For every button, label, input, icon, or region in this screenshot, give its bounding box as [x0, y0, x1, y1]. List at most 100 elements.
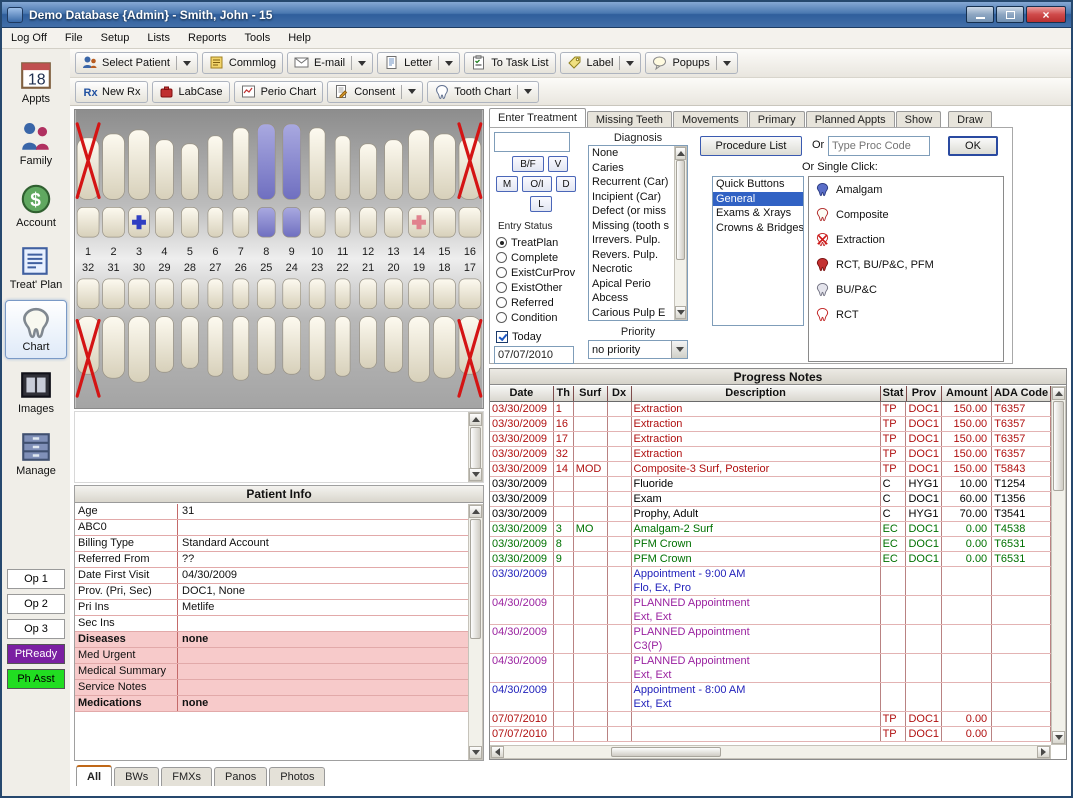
image-tab-panos[interactable]: Panos	[214, 767, 267, 786]
operatory-button-ptready[interactable]: PtReady	[7, 644, 65, 664]
progress-note-row[interactable]: 03/30/200916ExtractionTPDOC1150.00T6357	[490, 417, 1051, 432]
priority-dropdown-button[interactable]	[671, 341, 687, 358]
tooth-19[interactable]	[409, 279, 430, 382]
toolbar-button-consent[interactable]: Consent	[327, 81, 423, 103]
toolbar-button-tooth-chart[interactable]: Tooth Chart	[427, 81, 539, 103]
diagnosis-option-necrotic[interactable]: Necrotic	[589, 262, 674, 277]
diagnosis-option-defect-or-miss[interactable]: Defect (or miss	[589, 204, 674, 219]
tooth-1[interactable]	[77, 124, 99, 237]
toolbar-button-label[interactable]: Label	[560, 52, 642, 74]
column-header-date[interactable]: Date	[490, 386, 554, 401]
progress-notes-hscrollbar[interactable]	[490, 745, 1051, 759]
sidebar-item-images[interactable]: Images	[5, 362, 67, 421]
scroll-up-button[interactable]	[1052, 387, 1065, 400]
menu-item-lists[interactable]: Lists	[138, 29, 179, 47]
diagnosis-option-missing-tooth-s[interactable]: Missing (tooth s	[589, 219, 674, 234]
quick-proc-rct-bu-p-c-pfm[interactable]: RCT, BU/P&C, PFM	[809, 252, 1003, 277]
tooth-15[interactable]	[434, 134, 456, 237]
tooth-3[interactable]	[129, 130, 150, 237]
progress-note-row[interactable]: 03/30/20093MOAmalgam-2 SurfECDOC10.00T45…	[490, 522, 1051, 537]
entry-status-option-treatplan[interactable]: TreatPlan	[496, 235, 582, 250]
scroll-down-button[interactable]	[469, 746, 482, 759]
tooth-7[interactable]	[233, 128, 249, 237]
entry-status-option-existcurprov[interactable]: ExistCurProv	[496, 265, 582, 280]
category-exams-xrays[interactable]: Exams & Xrays	[713, 206, 803, 221]
toolbar-button-to-task-list[interactable]: To Task List	[464, 52, 555, 74]
operatory-button-ph-asst[interactable]: Ph Asst	[7, 669, 65, 689]
column-header-prov[interactable]: Prov	[907, 386, 943, 401]
category-crowns-bridges[interactable]: Crowns & Bridges	[713, 221, 803, 236]
scroll-thumb[interactable]	[470, 427, 481, 469]
diagnosis-option-incipient-car[interactable]: Incipient (Car)	[589, 190, 674, 205]
surface-button-v[interactable]: V	[548, 156, 568, 172]
progress-note-row[interactable]: 03/30/2009Appointment - 9:00 AMFlo, Ex, …	[490, 567, 1051, 596]
quick-proc-rct[interactable]: RCT	[809, 302, 1003, 327]
scroll-thumb[interactable]	[1053, 401, 1064, 491]
quick-proc-bu-p-c[interactable]: BU/P&C	[809, 277, 1003, 302]
priority-dropdown[interactable]: no priority	[588, 340, 688, 359]
toolbar-button-perio-chart[interactable]: Perio Chart	[234, 81, 324, 103]
sidebar-item-appts[interactable]: 18Appts	[5, 52, 67, 111]
menu-item-reports[interactable]: Reports	[179, 29, 236, 47]
image-tab-bws[interactable]: BWs	[114, 767, 159, 786]
tooth-14[interactable]	[409, 130, 430, 237]
progress-note-row[interactable]: 03/30/200932ExtractionTPDOC1150.00T6357	[490, 447, 1051, 462]
entry-status-option-referred[interactable]: Referred	[496, 295, 582, 310]
blank-area-scrollbar[interactable]	[468, 412, 483, 482]
operatory-button-op-2[interactable]: Op 2	[7, 594, 65, 614]
surface-button-d[interactable]: D	[556, 176, 576, 192]
tooth-30[interactable]	[129, 279, 150, 382]
tooth-28[interactable]	[181, 279, 198, 368]
diagnosis-option-carious-pulp-e[interactable]: Carious Pulp E	[589, 306, 674, 321]
progress-note-row[interactable]: 03/30/20091ExtractionTPDOC1150.00T6357	[490, 402, 1051, 417]
progress-note-row[interactable]: 04/30/2009PLANNED AppointmentExt, Ext	[490, 596, 1051, 625]
diagnosis-option-caries[interactable]: Caries	[589, 161, 674, 176]
toolbar-button-commlog[interactable]: Commlog	[202, 52, 283, 74]
tooth-number-input[interactable]	[494, 132, 570, 152]
diagnosis-scrollbar[interactable]	[674, 146, 687, 320]
tooth-20[interactable]	[385, 279, 403, 372]
progress-note-row[interactable]: 04/30/2009PLANNED AppointmentExt, Ext	[490, 654, 1051, 683]
column-header-th[interactable]: Th	[554, 386, 574, 401]
toolbar-button-select-patient[interactable]: Select Patient	[75, 52, 198, 74]
sidebar-item-treat-plan[interactable]: Treat' Plan	[5, 238, 67, 297]
column-header-surf[interactable]: Surf	[574, 386, 608, 401]
toolbar-button-popups[interactable]: Popups	[645, 52, 737, 74]
category-general[interactable]: General	[713, 192, 803, 207]
quick-proc-amalgam[interactable]: Amalgam	[809, 177, 1003, 202]
progress-note-row[interactable]: 03/30/20098PFM CrownECDOC10.00T6531	[490, 537, 1051, 552]
tooth-22[interactable]	[335, 279, 350, 376]
ok-button[interactable]: OK	[948, 136, 998, 156]
progress-note-row[interactable]: 03/30/2009ExamCDOC160.00T1356	[490, 492, 1051, 507]
scroll-left-button[interactable]	[491, 746, 504, 758]
scroll-down-button[interactable]	[1052, 731, 1065, 744]
sidebar-item-account[interactable]: $Account	[5, 176, 67, 235]
scroll-up-button[interactable]	[469, 413, 482, 426]
procedure-list-button[interactable]: Procedure List	[700, 136, 802, 156]
tab-show[interactable]: Show	[896, 111, 942, 127]
operatory-button-op-1[interactable]: Op 1	[7, 569, 65, 589]
tooth-16[interactable]	[459, 124, 481, 237]
surface-button-b-f[interactable]: B/F	[512, 156, 544, 172]
tab-planned-appts[interactable]: Planned Appts	[806, 111, 895, 127]
quick-proc-extraction[interactable]: Extraction	[809, 227, 1003, 252]
tab-movements[interactable]: Movements	[673, 111, 748, 127]
sidebar-item-family[interactable]: Family	[5, 114, 67, 173]
radio-condition[interactable]	[496, 312, 507, 323]
entry-status-option-complete[interactable]: Complete	[496, 250, 582, 265]
radio-complete[interactable]	[496, 252, 507, 263]
surface-button-o-i[interactable]: O/I	[522, 176, 552, 192]
toolbar-button-new-rx[interactable]: RxNew Rx	[75, 81, 148, 103]
sidebar-item-manage[interactable]: Manage	[5, 424, 67, 483]
radio-referred[interactable]	[496, 297, 507, 308]
chevron-down-icon[interactable]	[524, 89, 532, 94]
chevron-down-icon[interactable]	[183, 61, 191, 66]
tooth-6[interactable]	[208, 136, 223, 237]
image-tab-all[interactable]: All	[76, 765, 112, 786]
radio-existcurprov[interactable]	[496, 267, 507, 278]
progress-note-row[interactable]: 03/30/2009FluorideCHYG110.00T1254	[490, 477, 1051, 492]
tab-missing-teeth[interactable]: Missing Teeth	[587, 111, 672, 127]
tooth-2[interactable]	[103, 134, 125, 237]
tooth-31[interactable]	[103, 279, 125, 378]
scroll-up-button[interactable]	[675, 147, 686, 160]
